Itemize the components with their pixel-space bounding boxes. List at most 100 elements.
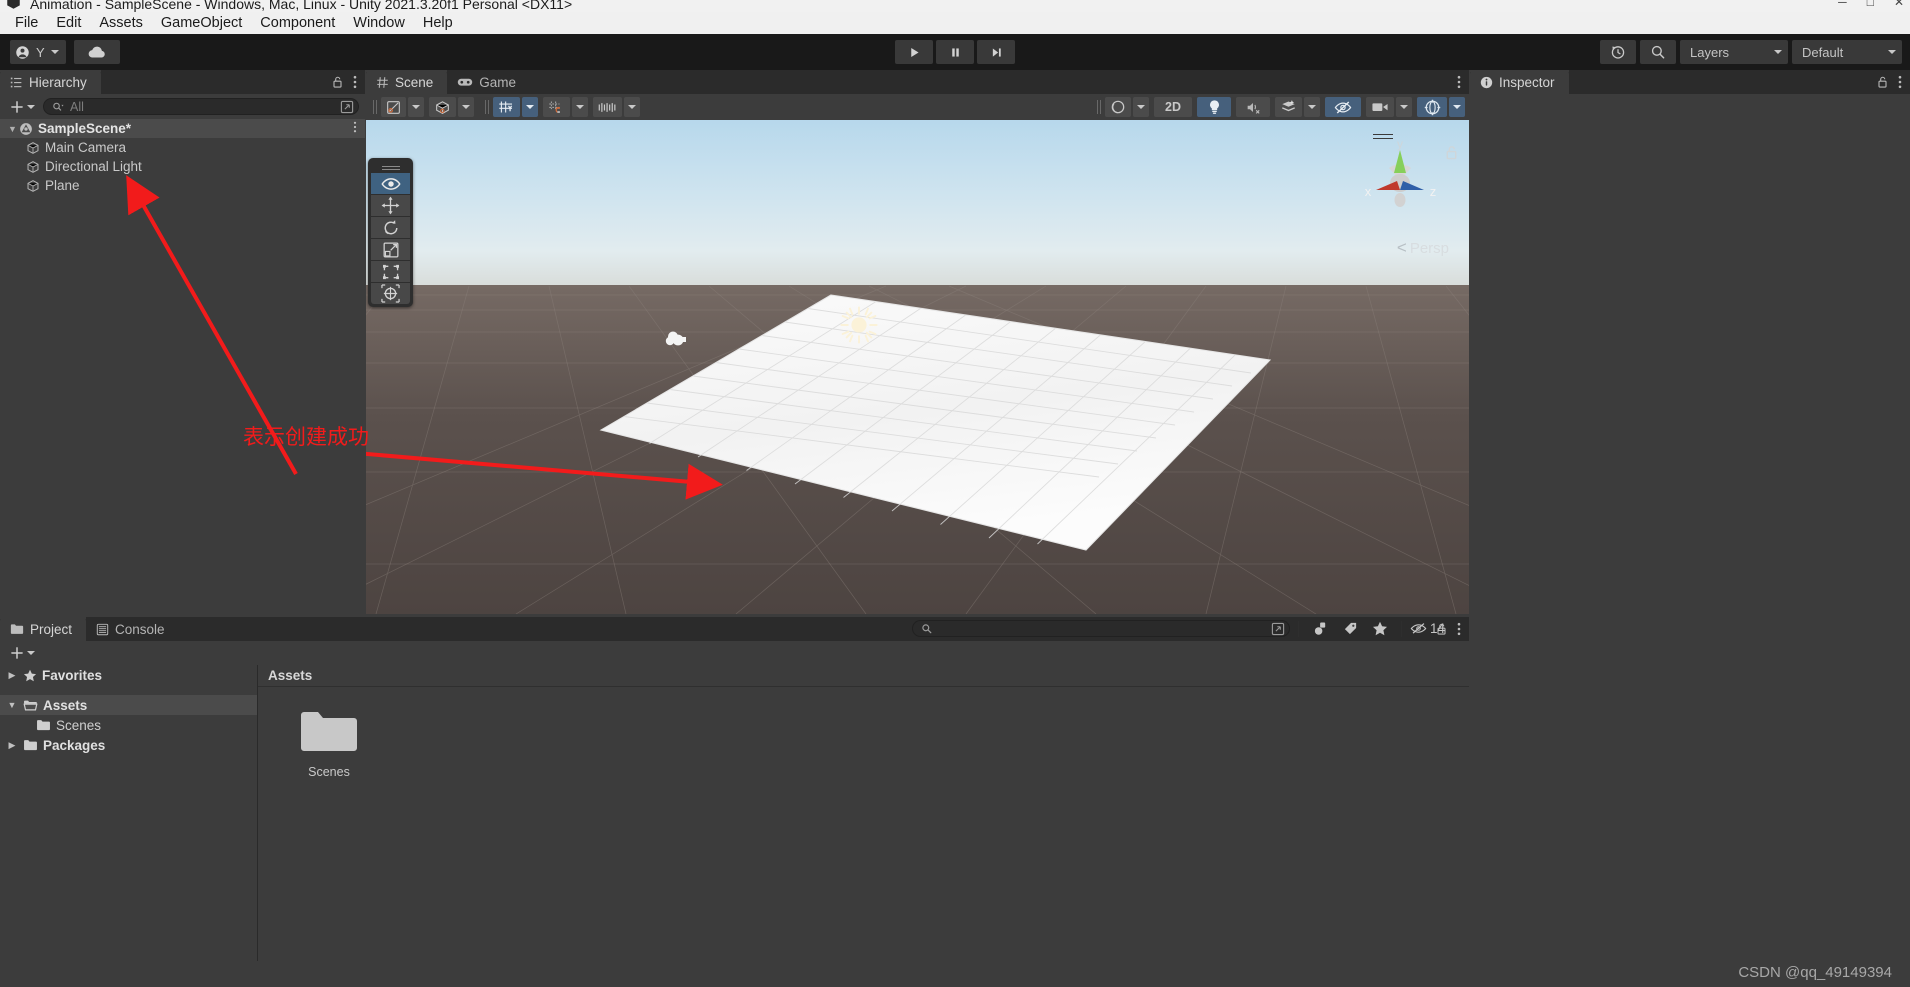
gizmos-menu-button[interactable] <box>1417 97 1447 117</box>
tab-inspector-label: Inspector <box>1499 74 1555 90</box>
grid-size-button[interactable] <box>593 97 622 117</box>
tab-console[interactable]: Console <box>86 617 179 641</box>
kebab-menu-icon[interactable] <box>1457 622 1461 636</box>
search-dropdown-icon[interactable] <box>52 101 65 113</box>
project-tree-scenes[interactable]: Scenes <box>0 715 257 735</box>
hierarchy-row-main-camera[interactable]: Main Camera <box>0 138 365 157</box>
hierarchy-row-samplescene[interactable]: ▼ SampleScene* <box>0 119 365 138</box>
gizmos-menu-dropdown[interactable] <box>1449 97 1465 117</box>
chevron-right-icon[interactable]: ▶ <box>6 740 18 751</box>
tab-project[interactable]: Project <box>0 617 87 641</box>
chevron-right-icon[interactable]: ▶ <box>6 670 18 681</box>
tab-scene[interactable]: Scene <box>366 70 448 94</box>
scene-projection-toggle[interactable]: < Persp <box>1397 238 1449 258</box>
hierarchy-search[interactable] <box>43 98 359 115</box>
hierarchy-add-button[interactable] <box>6 100 39 114</box>
project-search-input[interactable] <box>938 621 1266 636</box>
scene-lighting-fx-button[interactable] <box>1105 97 1132 117</box>
scene-gizmo-directional-light[interactable] <box>838 304 880 346</box>
lock-open-icon[interactable] <box>331 75 344 89</box>
menu-window[interactable]: Window <box>344 13 414 33</box>
tool-scale[interactable] <box>371 239 410 260</box>
label-tag-icon[interactable] <box>1337 621 1363 636</box>
tab-game[interactable]: Game <box>447 70 530 94</box>
tool-transform[interactable] <box>371 283 410 304</box>
tool-view-hand[interactable] <box>371 173 410 194</box>
kebab-menu-icon[interactable] <box>353 121 357 136</box>
grid-snapping-button[interactable] <box>493 97 520 117</box>
pause-button[interactable] <box>936 40 974 64</box>
camera-settings-dropdown[interactable] <box>1396 97 1412 117</box>
maximize-icon[interactable]: □ <box>1867 0 1874 9</box>
star-icon[interactable] <box>1367 621 1393 636</box>
project-tree-packages[interactable]: ▶ Packages <box>0 735 257 755</box>
draw-mode-shaded-button[interactable] <box>381 97 406 117</box>
toggle-scene-lighting-button[interactable] <box>1197 97 1231 117</box>
camera-settings-button[interactable] <box>1366 97 1394 117</box>
close-icon[interactable]: ✕ <box>1894 0 1904 9</box>
kebab-menu-icon[interactable] <box>1898 75 1902 89</box>
hidden-assets-counter[interactable]: 14 <box>1410 621 1445 636</box>
drag-handle-icon[interactable] <box>371 161 410 172</box>
gameobject-cube-icon <box>26 141 40 155</box>
menu-file[interactable]: File <box>6 13 47 33</box>
window-controls[interactable]: ─ □ ✕ <box>1838 0 1904 9</box>
grid-snapping-dropdown[interactable] <box>522 97 538 117</box>
expand-search-icon[interactable] <box>1271 622 1285 636</box>
asset-item-scenes[interactable]: Scenes <box>286 709 372 779</box>
play-button[interactable] <box>895 40 933 64</box>
surface-snapping-button[interactable] <box>543 97 570 117</box>
scene-fx-dropdown[interactable] <box>1304 97 1320 117</box>
toggle-2d-button[interactable]: 2D <box>1154 97 1192 117</box>
hierarchy-row-directional-light[interactable]: Directional Light <box>0 157 365 176</box>
tool-rect-transform[interactable] <box>371 261 410 282</box>
chevron-down-icon[interactable]: ▼ <box>6 124 19 134</box>
drag-handle-icon[interactable] <box>370 99 379 115</box>
minimize-icon[interactable]: ─ <box>1838 0 1847 9</box>
toggle-gizmos-visibility-button[interactable] <box>1325 97 1361 117</box>
toggle-audio-button[interactable] <box>1236 97 1270 117</box>
scene-gizmo-main-camera[interactable] <box>663 328 691 350</box>
scene-grid-icon <box>376 76 389 89</box>
tab-hierarchy[interactable]: Hierarchy <box>0 70 101 94</box>
tool-rotate[interactable] <box>371 217 410 238</box>
menu-edit[interactable]: Edit <box>47 13 90 33</box>
menu-component[interactable]: Component <box>251 13 344 33</box>
undo-history-button[interactable] <box>1600 40 1636 64</box>
project-add-button[interactable] <box>6 646 39 660</box>
kebab-menu-icon[interactable] <box>1457 75 1461 89</box>
cloud-button[interactable] <box>73 40 120 64</box>
project-tree-favorites[interactable]: ▶ Favorites <box>0 665 257 685</box>
layout-dropdown[interactable]: Default <box>1792 40 1902 64</box>
scene-shading-dropdown[interactable] <box>458 97 474 117</box>
type-filter-icon[interactable] <box>1307 621 1333 636</box>
tab-inspector[interactable]: Inspector <box>1470 70 1569 94</box>
scene-viewport[interactable]: y x z < Persp <box>366 120 1469 614</box>
hierarchy-row-plane[interactable]: Plane <box>0 176 365 195</box>
search-button[interactable] <box>1640 40 1676 64</box>
menu-help[interactable]: Help <box>414 13 462 33</box>
grid-size-dropdown[interactable] <box>624 97 640 117</box>
chevron-down-icon[interactable]: ▼ <box>6 700 18 710</box>
scene-lighting-fx-dropdown[interactable] <box>1133 97 1150 117</box>
menu-gameobject[interactable]: GameObject <box>152 13 251 33</box>
project-tree-assets[interactable]: ▼ Assets <box>0 695 257 715</box>
scene-shading-button[interactable] <box>429 97 456 117</box>
drag-handle-icon[interactable] <box>1094 99 1103 115</box>
scene-fx-button[interactable] <box>1275 97 1302 117</box>
step-button[interactable] <box>977 40 1015 64</box>
tool-move[interactable] <box>371 195 410 216</box>
scene-view-gizmo[interactable]: y x z <box>1345 128 1455 238</box>
account-button[interactable]: Y <box>10 40 66 64</box>
surface-snapping-dropdown[interactable] <box>572 97 588 117</box>
expand-search-icon[interactable] <box>340 100 354 114</box>
hierarchy-search-input[interactable] <box>70 99 335 114</box>
scene-object-plane[interactable] <box>366 120 1469 614</box>
drag-handle-icon[interactable] <box>482 99 491 115</box>
layers-dropdown[interactable]: Layers <box>1680 40 1788 64</box>
draw-mode-dropdown[interactable] <box>408 97 424 117</box>
lock-open-icon[interactable] <box>1876 75 1889 89</box>
menu-assets[interactable]: Assets <box>90 13 152 33</box>
project-search[interactable] <box>912 620 1290 637</box>
kebab-menu-icon[interactable] <box>353 75 357 89</box>
